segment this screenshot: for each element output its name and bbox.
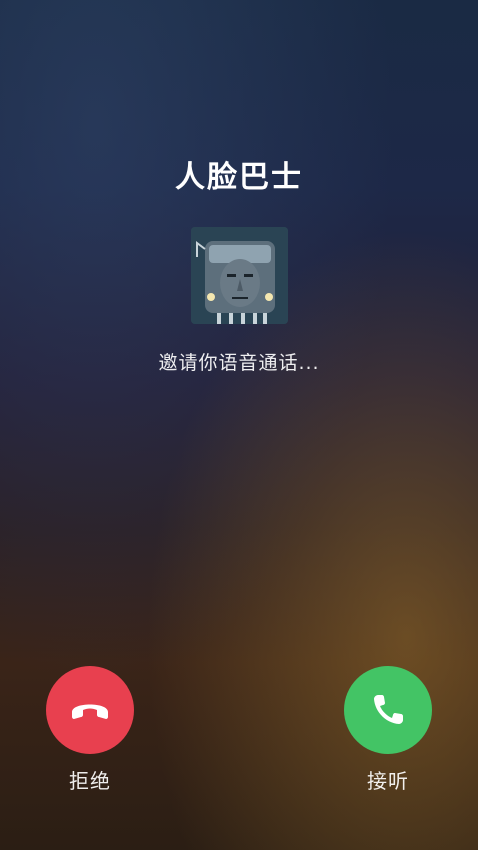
decline-label: 拒绝 (69, 769, 111, 793)
decline-button[interactable] (46, 666, 134, 754)
contact-name: 人脸巴士 (175, 160, 303, 195)
hang-up-phone-icon (72, 704, 108, 719)
accept-label: 接听 (367, 769, 409, 793)
call-status-text: 邀请你语音通话... (158, 352, 320, 374)
avatar (191, 227, 288, 324)
accept-button[interactable] (344, 666, 432, 754)
phone-icon (374, 695, 403, 724)
bus-face-avatar-icon (191, 227, 288, 324)
